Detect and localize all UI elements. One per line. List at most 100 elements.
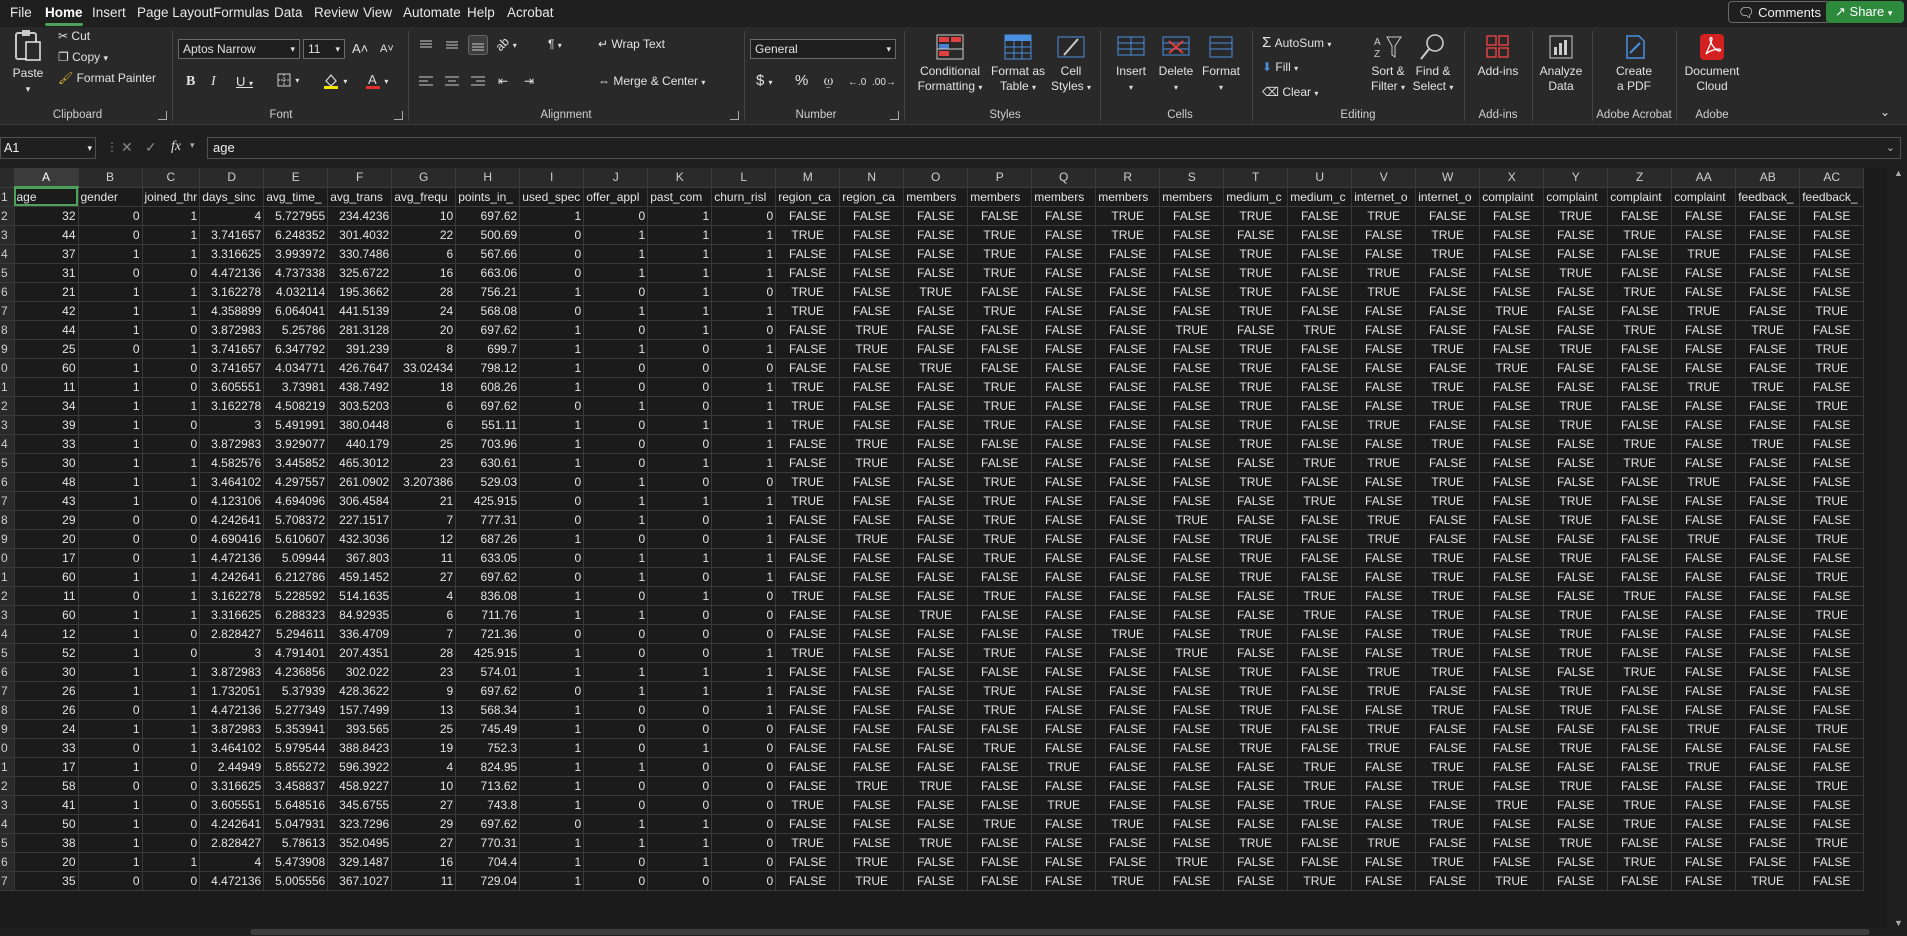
cell[interactable]: FALSE [967, 795, 1033, 815]
cell[interactable]: FALSE [1607, 339, 1673, 359]
cell[interactable]: 0 [711, 719, 777, 739]
column-header-x[interactable]: X [1479, 168, 1545, 188]
cell[interactable]: 1 [711, 263, 777, 283]
merge-center-button[interactable]: ⇔ Merge & Center ▾ [598, 74, 705, 90]
cell[interactable]: FALSE [1799, 510, 1865, 530]
cell[interactable]: 1 [583, 263, 649, 283]
cut-button[interactable]: ✂ Cut [58, 29, 90, 44]
cell[interactable]: 4 [391, 586, 457, 606]
cell[interactable]: TRUE [967, 244, 1033, 264]
cell[interactable]: TRUE [1223, 567, 1289, 587]
cell[interactable]: 4 [391, 757, 457, 777]
cell[interactable]: 1 [583, 396, 649, 416]
cell[interactable]: FALSE [1159, 700, 1225, 720]
cell[interactable]: 0 [583, 624, 649, 644]
cell[interactable]: TRUE [1607, 586, 1673, 606]
cell[interactable]: FALSE [1479, 738, 1545, 758]
cell[interactable]: FALSE [1479, 586, 1545, 606]
cell[interactable]: FALSE [967, 453, 1033, 473]
cell[interactable]: FALSE [1031, 871, 1097, 891]
cell[interactable]: 4.242641 [199, 567, 265, 587]
menu-formulas[interactable]: Formulas [213, 3, 269, 23]
cell[interactable]: 0 [583, 586, 649, 606]
cell[interactable]: 0 [647, 719, 713, 739]
cell[interactable]: FALSE [1479, 415, 1545, 435]
cell[interactable]: FALSE [1671, 225, 1737, 245]
cell[interactable]: FALSE [1095, 453, 1161, 473]
cell[interactable]: TRUE [1607, 795, 1673, 815]
cell[interactable]: 663.06 [455, 263, 521, 283]
column-header-v[interactable]: V [1351, 168, 1417, 188]
cell[interactable]: TRUE [1287, 320, 1353, 340]
row-header[interactable]: 4 [0, 814, 15, 834]
cell[interactable]: FALSE [1031, 491, 1097, 511]
cell[interactable]: FALSE [1799, 263, 1865, 283]
cell[interactable]: FALSE [839, 833, 905, 853]
column-header-l[interactable]: L [711, 168, 777, 188]
cell[interactable]: FALSE [1671, 871, 1737, 891]
cell[interactable]: FALSE [1159, 339, 1225, 359]
cell[interactable]: FALSE [1031, 244, 1097, 264]
cell[interactable]: FALSE [1543, 434, 1609, 454]
cell[interactable]: TRUE [1415, 472, 1481, 492]
cell[interactable]: TRUE [1735, 377, 1801, 397]
cell[interactable]: FALSE [839, 643, 905, 663]
cell[interactable]: FALSE [1159, 833, 1225, 853]
cell[interactable]: TRUE [1287, 776, 1353, 796]
cell[interactable]: FALSE [1159, 282, 1225, 302]
cell[interactable]: FALSE [1287, 833, 1353, 853]
cell[interactable]: FALSE [775, 434, 841, 454]
cell[interactable]: 325.6722 [327, 263, 393, 283]
cell[interactable]: 0 [78, 263, 143, 283]
cell[interactable]: FALSE [1287, 358, 1353, 378]
cell[interactable]: 3.993972 [263, 244, 329, 264]
cell[interactable]: 0 [647, 472, 713, 492]
cell[interactable]: FALSE [1735, 776, 1801, 796]
cell[interactable]: FALSE [1671, 814, 1737, 834]
cell[interactable]: 5.294611 [263, 624, 329, 644]
cell[interactable]: FALSE [1799, 548, 1865, 568]
cell[interactable]: 0 [583, 871, 649, 891]
insert-function-button[interactable]: fx [171, 139, 181, 155]
cell[interactable]: FALSE [1095, 510, 1161, 530]
cell[interactable]: 23 [391, 662, 457, 682]
cell[interactable]: FALSE [1351, 301, 1417, 321]
cell[interactable]: 697.62 [455, 567, 521, 587]
cell[interactable]: FALSE [1799, 225, 1865, 245]
cell[interactable]: 3.872983 [199, 320, 265, 340]
cell[interactable]: FALSE [839, 738, 905, 758]
cell[interactable]: FALSE [1479, 225, 1545, 245]
header-cell[interactable]: members [903, 187, 969, 207]
cell[interactable]: FALSE [1031, 301, 1097, 321]
cell[interactable]: TRUE [967, 301, 1033, 321]
cell[interactable]: FALSE [1351, 567, 1417, 587]
cell[interactable]: 0 [142, 529, 201, 549]
cell[interactable]: 0 [142, 814, 201, 834]
cell[interactable]: FALSE [1607, 301, 1673, 321]
cell[interactable]: TRUE [1223, 624, 1289, 644]
cell[interactable]: TRUE [839, 434, 905, 454]
cell[interactable]: 5.37939 [263, 681, 329, 701]
cell[interactable]: TRUE [1287, 795, 1353, 815]
cell[interactable]: 0 [519, 814, 585, 834]
cell[interactable]: FALSE [1351, 776, 1417, 796]
cell[interactable]: 568.08 [455, 301, 521, 321]
cell[interactable]: 4.582576 [199, 453, 265, 473]
cell[interactable]: FALSE [1479, 605, 1545, 625]
cell[interactable]: FALSE [1735, 263, 1801, 283]
cell[interactable]: 6.288323 [263, 605, 329, 625]
cell[interactable]: 0 [142, 415, 201, 435]
cell[interactable]: FALSE [1095, 776, 1161, 796]
cell[interactable]: FALSE [1607, 624, 1673, 644]
decrease-indent-button[interactable]: ⇤ [498, 74, 508, 89]
cell[interactable]: FALSE [1799, 434, 1865, 454]
cell[interactable]: 1 [78, 795, 143, 815]
cell[interactable]: FALSE [1735, 700, 1801, 720]
cell[interactable]: FALSE [1543, 814, 1609, 834]
cell[interactable]: FALSE [1479, 434, 1545, 454]
cell[interactable]: FALSE [1351, 605, 1417, 625]
cell[interactable]: FALSE [1735, 662, 1801, 682]
cell[interactable]: TRUE [1799, 529, 1865, 549]
cell[interactable]: 1 [583, 605, 649, 625]
cell[interactable]: FALSE [1159, 263, 1225, 283]
